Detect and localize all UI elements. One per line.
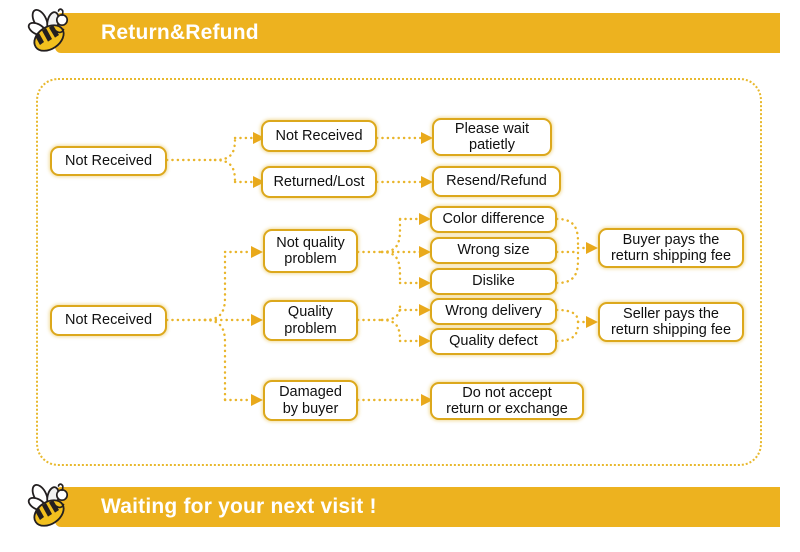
bee-icon bbox=[27, 8, 69, 52]
footer-banner: Waiting for your next visit ! bbox=[55, 487, 780, 527]
node-not-received-top[interactable]: Not Received bbox=[50, 146, 167, 176]
footer-title: Waiting for your next visit ! bbox=[101, 495, 377, 518]
bee-icon bbox=[27, 483, 69, 527]
page-title: Return&Refund bbox=[101, 21, 259, 44]
node-returned-lost[interactable]: Returned/Lost bbox=[261, 166, 377, 198]
node-resend-refund[interactable]: Resend/Refund bbox=[432, 166, 561, 197]
node-not-received-branch[interactable]: Not Received bbox=[261, 120, 377, 152]
flow-panel bbox=[36, 78, 762, 466]
node-please-wait-patietly[interactable]: Please wait patietly bbox=[432, 118, 552, 156]
node-damaged-by-buyer[interactable]: Damaged by buyer bbox=[263, 380, 358, 421]
node-not-quality-problem[interactable]: Not quality problem bbox=[263, 229, 358, 273]
node-wrong-delivery[interactable]: Wrong delivery bbox=[430, 298, 557, 325]
node-buyer-pays-return-shipping-fee[interactable]: Buyer pays the return shipping fee bbox=[598, 228, 744, 268]
node-color-difference[interactable]: Color difference bbox=[430, 206, 557, 233]
node-quality-problem[interactable]: Quality problem bbox=[263, 300, 358, 341]
node-quality-defect[interactable]: Quality defect bbox=[430, 328, 557, 355]
node-dislike[interactable]: Dislike bbox=[430, 268, 557, 295]
header-banner: Return&Refund bbox=[55, 13, 780, 53]
node-seller-pays-return-shipping-fee[interactable]: Seller pays the return shipping fee bbox=[598, 302, 744, 342]
node-wrong-size[interactable]: Wrong size bbox=[430, 237, 557, 264]
node-not-received-bottom[interactable]: Not Received bbox=[50, 305, 167, 336]
node-do-not-accept-return-or-exchange[interactable]: Do not accept return or exchange bbox=[430, 382, 584, 420]
